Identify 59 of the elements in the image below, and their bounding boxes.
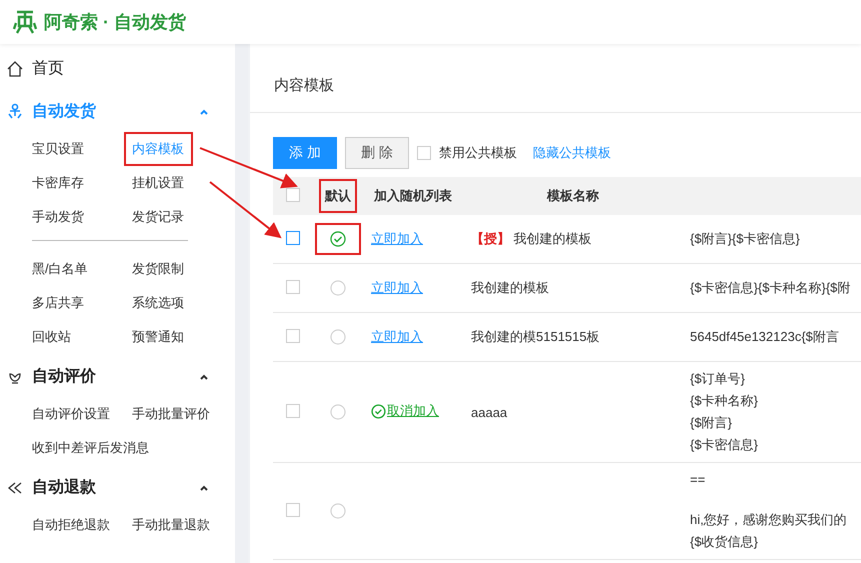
menu-item[interactable]: 预警通知: [132, 320, 184, 354]
template-name: aaaaa: [471, 404, 508, 420]
column-header: 加入随机列表: [372, 187, 453, 205]
template-content-line: hi,您好，感谢您购买我们的: [690, 511, 848, 529]
menu-item[interactable]: 挂机设置: [132, 166, 184, 200]
menu-item[interactable]: 黑/白名单: [32, 252, 88, 286]
check-circle-icon: [371, 404, 386, 419]
menu-item[interactable]: 回收站: [32, 320, 71, 354]
menu-item[interactable]: 手动批量评价: [132, 397, 210, 431]
template-content-line: {$卡密信息}{$卡种名称}{$附: [690, 279, 852, 297]
menu-item[interactable]: 手动批量退款: [132, 508, 210, 542]
row-checkbox[interactable]: [286, 328, 300, 342]
logo-icon: [12, 9, 38, 35]
caret-icon[interactable]: [199, 372, 209, 380]
caret-icon[interactable]: [199, 484, 209, 492]
panel-title: 内容模板: [250, 44, 861, 113]
template-content-line: {$收货信息}: [690, 533, 759, 551]
row-checkbox[interactable]: [286, 230, 300, 244]
template-name: 我创建的模5151515板: [471, 329, 600, 344]
row-checkbox[interactable]: [286, 280, 300, 294]
menu-item[interactable]: 手动发货: [32, 200, 84, 234]
template-name: 我创建的模板: [514, 231, 592, 246]
template-content-line: {$卡种名称}: [690, 392, 759, 410]
column-header: 默认: [321, 181, 355, 211]
radio-button[interactable]: [330, 329, 346, 346]
column-header: 模板名称: [546, 187, 600, 205]
menu-group-title[interactable]: 自动评价: [32, 366, 191, 387]
person-icon: [6, 102, 24, 120]
row-checkbox[interactable]: [286, 404, 300, 418]
menu-item[interactable]: 宝贝设置: [32, 132, 84, 166]
app-title: 阿奇索 · 自动发货: [44, 11, 186, 34]
template-name: 我创建的模板: [471, 280, 549, 295]
template-content-line: {$附言}: [690, 414, 733, 432]
row-checkbox[interactable]: [286, 502, 300, 516]
home-link[interactable]: 首页: [32, 58, 64, 79]
menu-item[interactable]: 收到中差评后发消息: [32, 431, 149, 465]
template-content-line: 5645df45e132123c{$附言: [690, 328, 840, 346]
home-icon: [6, 60, 24, 78]
menu-group-title[interactable]: 自动退款: [32, 477, 191, 498]
template-content-line: {$卡密信息}: [690, 436, 759, 454]
radio-button[interactable]: [330, 503, 346, 520]
authorized-tag: 【授】: [471, 231, 510, 246]
template-content-line: {$订单号}: [690, 370, 746, 388]
menu-item[interactable]: 系统选项: [132, 286, 184, 320]
menu-item[interactable]: 自动评价设置: [32, 397, 110, 431]
template-content-line: {$附言}{$卡密信息}: [690, 230, 801, 248]
radio-button[interactable]: [330, 280, 346, 296]
checkbox[interactable]: [417, 146, 431, 160]
template-content-line: ==: [690, 471, 706, 489]
delete-button[interactable]: 删 除: [345, 137, 409, 169]
select-all-checkbox[interactable]: [286, 188, 300, 202]
menu-item[interactable]: 自动拒绝退款: [32, 508, 110, 542]
checkbox-label[interactable]: 禁用公共模板: [439, 144, 517, 162]
menu-item[interactable]: 发货记录: [132, 200, 184, 234]
menu-item[interactable]: 发货限制: [132, 252, 184, 286]
radio-button[interactable]: [330, 404, 346, 420]
menu-item[interactable]: 卡密库存: [32, 166, 84, 200]
menu-item[interactable]: 多店共享: [32, 286, 84, 320]
check-circle-icon[interactable]: [330, 231, 346, 248]
